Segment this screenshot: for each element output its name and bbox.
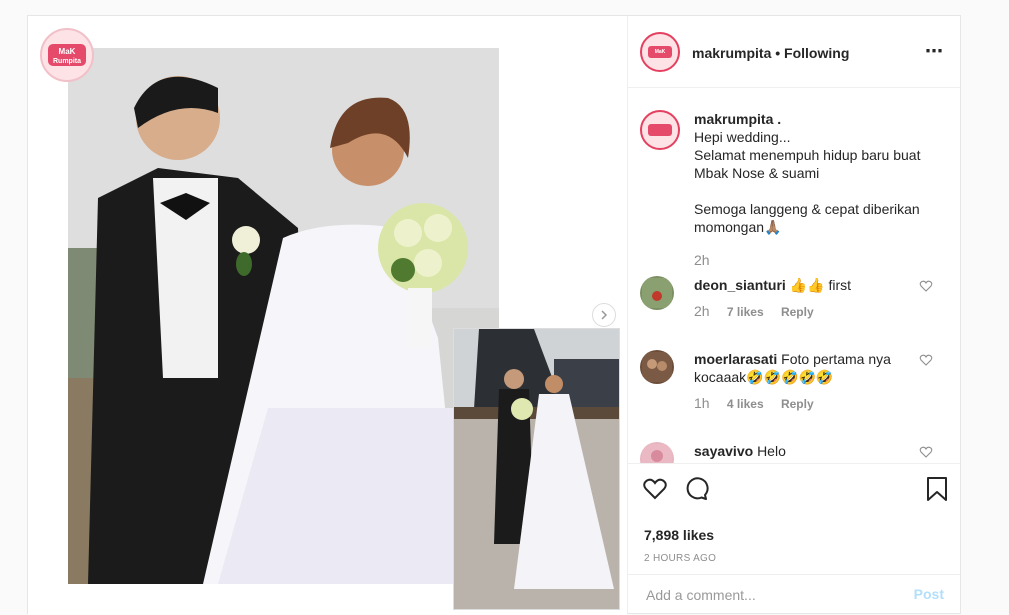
caption-time: 2h [694, 252, 710, 268]
caption-avatar[interactable] [640, 110, 680, 150]
brand-logo: MaK Rumpita [40, 28, 94, 82]
author-line: makrumpita • Following [692, 45, 849, 61]
wedding-photo-main [68, 48, 499, 584]
comment-body: sayavivo Helo [694, 442, 932, 460]
post-actions: 7,898 likes 2 HOURS AGO [628, 464, 960, 574]
separator-dot: • [771, 45, 785, 61]
comment-username[interactable]: sayavivo [694, 443, 753, 459]
comment-likes[interactable]: 4 likes [727, 397, 764, 411]
comment-username[interactable]: deon_sianturi [694, 277, 786, 293]
author-avatar[interactable]: MaK [640, 32, 680, 72]
caption-meta: 2h [694, 252, 724, 268]
commenter-avatar[interactable] [640, 442, 674, 463]
comment-text: Helo [757, 443, 786, 459]
commenter-avatar[interactable] [640, 276, 674, 310]
logo-text-bottom: Rumpita [53, 58, 81, 65]
comment-text: 👍👍 first [789, 277, 851, 293]
reply-button[interactable]: Reply [781, 397, 814, 411]
more-options-icon[interactable]: ⋯ [925, 42, 944, 60]
comment-time: 2h [694, 303, 710, 319]
post-header: MaK makrumpita • Following ⋯ [628, 16, 960, 88]
instagram-post: MaK Rumpita MaK makrumpita • Following ⋯ [27, 15, 961, 615]
avatar-logo-text: MaK [655, 49, 666, 55]
comment-username[interactable]: moerlarasati [694, 351, 777, 367]
caption-text: Hepi wedding... Selamat menempuh hidup b… [694, 129, 921, 235]
likes-count[interactable]: 7,898 likes [644, 527, 714, 543]
author-username[interactable]: makrumpita [692, 45, 771, 61]
comment-input[interactable] [644, 584, 898, 606]
caption-body: makrumpita . Hepi wedding... Selamat men… [694, 110, 932, 236]
like-comment-icon[interactable] [919, 353, 933, 367]
comment-likes[interactable]: 7 likes [727, 305, 764, 319]
comments-list[interactable]: makrumpita . Hepi wedding... Selamat men… [628, 88, 960, 464]
post-sidebar: MaK makrumpita • Following ⋯ makrumpita … [627, 16, 960, 613]
wedding-photo-inset [453, 328, 620, 610]
following-button[interactable]: Following [784, 45, 849, 61]
commenter-avatar[interactable] [640, 350, 674, 384]
add-comment-bar: Post [628, 574, 960, 613]
comment-body: deon_sianturi 👍👍 first [694, 276, 932, 294]
post-timestamp: 2 HOURS AGO [644, 553, 717, 564]
logo-text-top: MaK [59, 47, 76, 56]
like-comment-icon[interactable] [919, 445, 933, 459]
bookmark-icon[interactable] [924, 476, 950, 502]
carousel-next-button[interactable] [592, 303, 616, 327]
comment-time: 1h [694, 395, 710, 411]
comment-meta: 1h 4 likes Reply [694, 395, 828, 411]
comment-meta: 2h 7 likes Reply [694, 303, 828, 319]
caption-username[interactable]: makrumpita . [694, 110, 932, 128]
heart-icon[interactable] [642, 476, 668, 502]
chevron-right-icon [601, 310, 608, 320]
post-comment-button[interactable]: Post [914, 586, 944, 602]
post-media[interactable]: MaK Rumpita [28, 16, 627, 615]
like-comment-icon[interactable] [919, 279, 933, 293]
comment-icon[interactable] [683, 476, 709, 502]
reply-button[interactable]: Reply [781, 305, 814, 319]
comment-body: moerlarasati Foto pertama nya kocaaak🤣🤣🤣… [694, 350, 920, 386]
